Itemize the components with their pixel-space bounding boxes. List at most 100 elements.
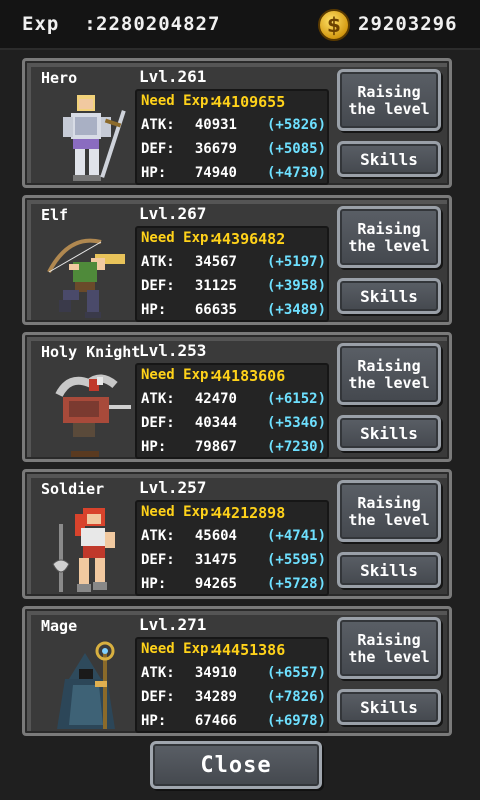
stats-panel: Need Exp: 44109655 ATK: 40931 (+5826) DE… <box>135 89 329 185</box>
def-bonus: (+5346) <box>267 415 327 431</box>
character-level: Lvl.267 <box>139 204 207 223</box>
atk-bonus: (+5197) <box>267 254 327 270</box>
need-exp-label: Need Exp: <box>141 504 217 520</box>
atk-bonus: (+4741) <box>267 528 327 544</box>
character-name: Soldier <box>41 480 105 498</box>
def-value: 31475 <box>194 552 237 568</box>
def-value: 34289 <box>194 689 237 705</box>
def-bonus: (+5085) <box>267 141 327 157</box>
skills-button[interactable]: Skills <box>337 141 441 177</box>
hp-bonus: (+7230) <box>267 439 327 455</box>
holy-knight-portrait <box>55 374 131 457</box>
character-card-elf: Elf Lvl.267 Need Exp: 44396482 ATK: 3456… <box>22 195 452 325</box>
gold-coin-icon: $ <box>318 9 350 41</box>
character-name: Hero <box>41 69 78 87</box>
def-bonus: (+7826) <box>267 689 327 705</box>
atk-value: 40931 <box>194 117 237 133</box>
raise-level-label-line2: the level <box>348 237 430 255</box>
hp-bonus: (+5728) <box>267 576 327 592</box>
hp-value: 79867 <box>194 439 237 455</box>
gold-value: 29203296 <box>358 13 458 35</box>
character-level: Lvl.271 <box>139 615 207 634</box>
need-exp-value: 44451386 <box>213 641 286 659</box>
def-label: DEF: <box>141 415 175 431</box>
soldier-portrait <box>52 508 115 592</box>
skills-button[interactable]: Skills <box>337 415 441 451</box>
need-exp-label: Need Exp: <box>141 93 217 109</box>
hp-bonus: (+3489) <box>267 302 327 318</box>
character-card-hero: Hero Lvl.261 Need Exp: 44109655 ATK: 409… <box>22 58 452 188</box>
raise-level-label-line1: Raising <box>357 83 421 101</box>
character-name: Elf <box>41 206 69 224</box>
hp-bonus: (+6978) <box>267 713 327 729</box>
raise-level-button[interactable]: Raising the level <box>337 617 441 679</box>
atk-label: ATK: <box>141 528 175 544</box>
raise-level-label-line2: the level <box>348 648 430 666</box>
exp-value: 2280204827 <box>96 13 221 35</box>
raise-level-button[interactable]: Raising the level <box>337 343 441 405</box>
stats-panel: Need Exp: 44396482 ATK: 34567 (+5197) DE… <box>135 226 329 322</box>
def-bonus: (+3958) <box>267 278 327 294</box>
character-name: Holy Knight <box>41 343 141 361</box>
stats-panel: Need Exp: 44183606 ATK: 42470 (+6152) DE… <box>135 363 329 459</box>
def-label: DEF: <box>141 552 175 568</box>
need-exp-value: 44109655 <box>213 93 286 111</box>
raise-level-label-line1: Raising <box>357 494 421 512</box>
raise-level-label-line1: Raising <box>357 357 421 375</box>
def-value: 36679 <box>194 141 237 157</box>
top-bar: Exp : 2280204827 $ 29203296 <box>0 0 480 50</box>
elf-portrait <box>47 238 125 318</box>
character-card-mage: Mage Lvl.271 Need Exp: 44451386 ATK: 349… <box>22 606 452 736</box>
character-name: Mage <box>41 617 78 635</box>
atk-value: 42470 <box>194 391 237 407</box>
character-level: Lvl.257 <box>139 478 207 497</box>
hp-label: HP: <box>141 576 167 592</box>
need-exp-label: Need Exp: <box>141 641 217 657</box>
def-bonus: (+5595) <box>267 552 327 568</box>
atk-label: ATK: <box>141 254 175 270</box>
hp-label: HP: <box>141 165 167 181</box>
atk-label: ATK: <box>141 665 175 681</box>
stats-panel: Need Exp: 44451386 ATK: 34910 (+6557) DE… <box>135 637 329 733</box>
hp-label: HP: <box>141 713 167 729</box>
need-exp-value: 44396482 <box>213 230 286 248</box>
def-label: DEF: <box>141 689 175 705</box>
def-value: 31125 <box>194 278 237 294</box>
hp-value: 67466 <box>194 713 237 729</box>
character-card-holy-knight: Holy Knight Lvl.253 Need Exp: 44183606 A… <box>22 332 452 462</box>
atk-value: 34910 <box>194 665 237 681</box>
raise-level-button[interactable]: Raising the level <box>337 206 441 268</box>
close-button[interactable]: Close <box>150 741 322 789</box>
atk-value: 45604 <box>194 528 237 544</box>
raise-level-button[interactable]: Raising the level <box>337 69 441 131</box>
stats-panel: Need Exp: 44212898 ATK: 45604 (+4741) DE… <box>135 500 329 596</box>
raise-level-label-line2: the level <box>348 511 430 529</box>
character-level: Lvl.253 <box>139 341 207 360</box>
need-exp-label: Need Exp: <box>141 367 217 383</box>
atk-label: ATK: <box>141 391 175 407</box>
skills-button[interactable]: Skills <box>337 278 441 314</box>
character-card-soldier: Soldier Lvl.257 Need Exp: 44212898 ATK: … <box>22 469 452 599</box>
skills-button[interactable]: Skills <box>337 552 441 588</box>
need-exp-label: Need Exp: <box>141 230 217 246</box>
atk-value: 34567 <box>194 254 237 270</box>
hp-bonus: (+4730) <box>267 165 327 181</box>
raise-level-label-line1: Raising <box>357 220 421 238</box>
mage-portrait <box>57 641 115 729</box>
hero-portrait <box>63 95 126 181</box>
atk-label: ATK: <box>141 117 175 133</box>
skills-button[interactable]: Skills <box>337 689 441 725</box>
raise-level-label-line2: the level <box>348 374 430 392</box>
atk-bonus: (+6557) <box>267 665 327 681</box>
hp-value: 74940 <box>194 165 237 181</box>
raise-level-label-line1: Raising <box>357 631 421 649</box>
hp-label: HP: <box>141 439 167 455</box>
def-value: 40344 <box>194 415 237 431</box>
raise-level-button[interactable]: Raising the level <box>337 480 441 542</box>
hp-value: 66635 <box>194 302 237 318</box>
need-exp-value: 44183606 <box>213 367 286 385</box>
hp-label: HP: <box>141 302 167 318</box>
atk-bonus: (+5826) <box>267 117 327 133</box>
hp-value: 94265 <box>194 576 237 592</box>
exp-label: Exp : <box>22 13 97 35</box>
